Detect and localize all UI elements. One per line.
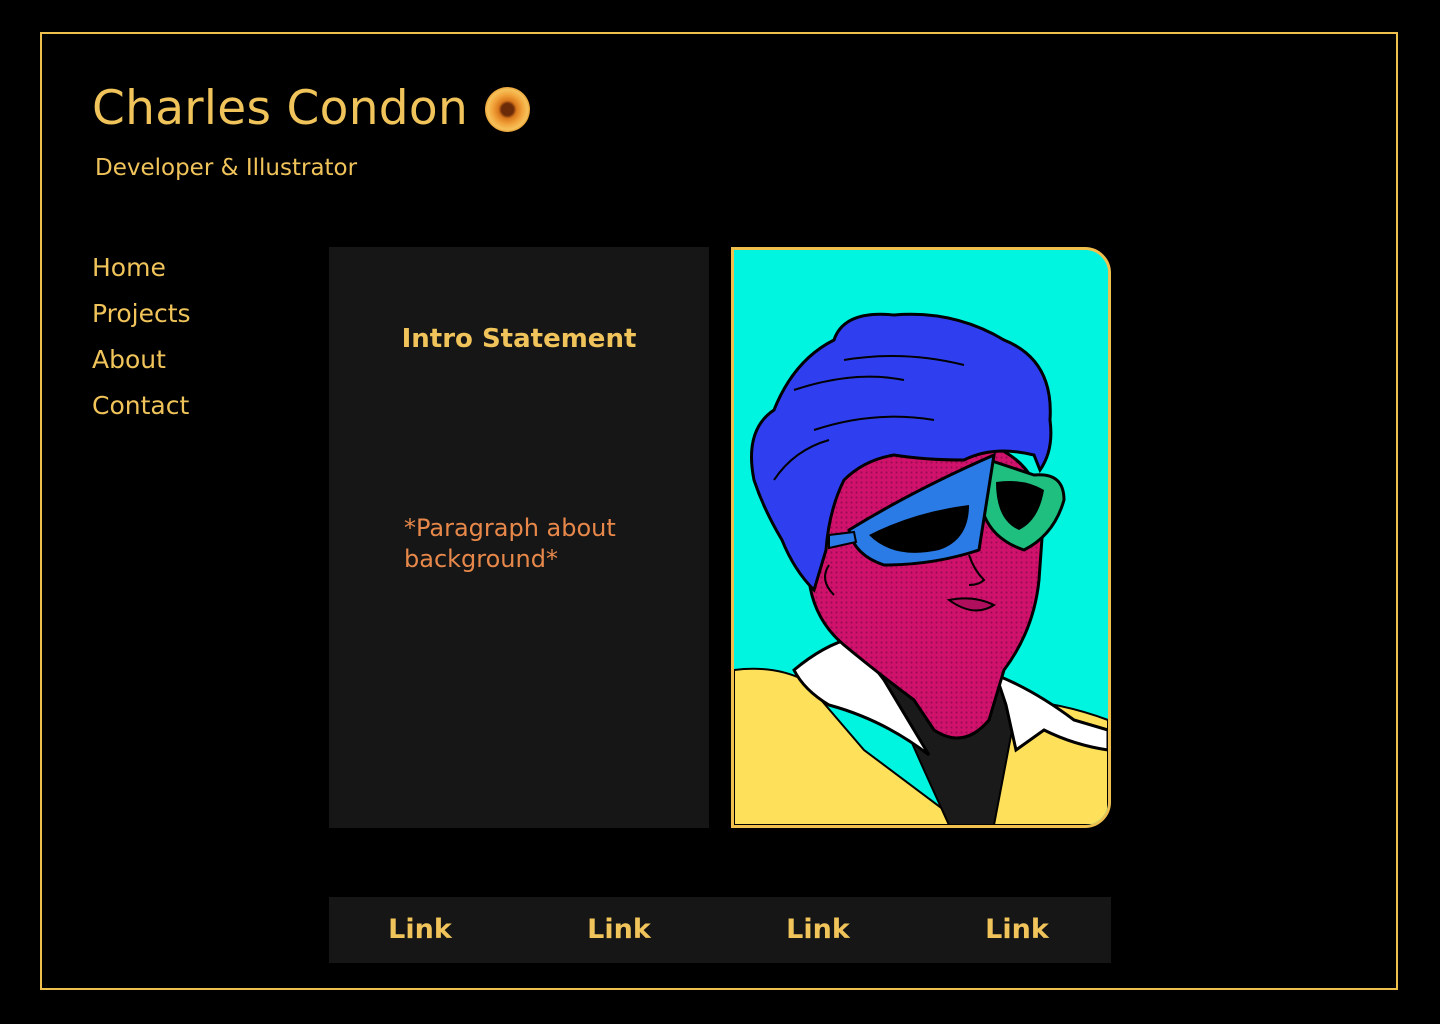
- footer-links-bar: Link Link Link Link: [329, 897, 1111, 963]
- site-subtitle: Developer & Illustrator: [95, 155, 358, 181]
- intro-heading: Intro Statement: [401, 324, 637, 354]
- footer-link-4[interactable]: Link: [957, 897, 1077, 963]
- footer-link-3[interactable]: Link: [758, 897, 878, 963]
- pop-art-portrait-image: [731, 247, 1111, 828]
- nav-item-projects[interactable]: Projects: [92, 291, 191, 337]
- main-nav: Home Projects About Contact: [92, 245, 191, 429]
- site-title: Charles Condon: [92, 81, 469, 136]
- footer-link-2[interactable]: Link: [559, 897, 679, 963]
- footer-link-1[interactable]: Link: [360, 897, 480, 963]
- nav-item-contact[interactable]: Contact: [92, 383, 191, 429]
- nav-item-home[interactable]: Home: [92, 245, 191, 291]
- intro-paragraph: *Paragraph about background*: [404, 514, 616, 573]
- nav-item-about[interactable]: About: [92, 337, 191, 383]
- sunflower-logo-icon: [485, 87, 530, 132]
